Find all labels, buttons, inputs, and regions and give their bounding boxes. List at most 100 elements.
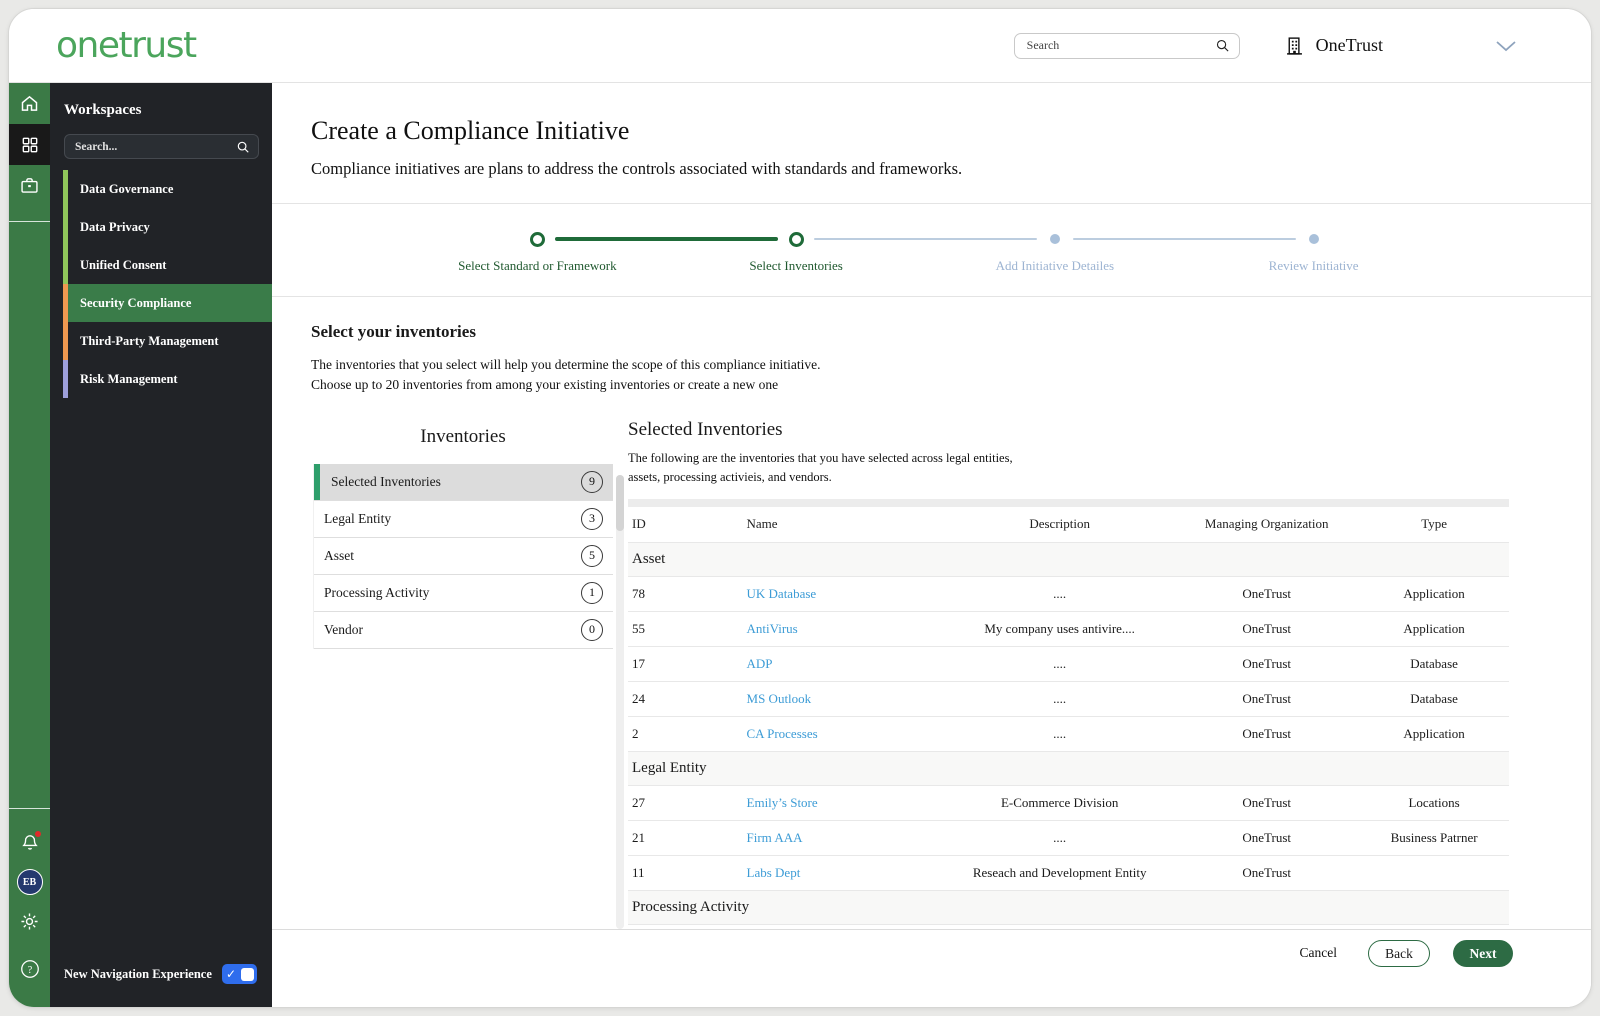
- inventory-link[interactable]: Labs Dept: [747, 865, 801, 880]
- top-bar: onetrust Search OneTrust: [9, 9, 1591, 83]
- stepper: Select Standard or Framework Select Inve…: [408, 231, 1443, 274]
- table-group-row: Asset: [628, 542, 1509, 578]
- column-type: Type: [1359, 507, 1509, 544]
- workspaces-search[interactable]: [64, 134, 259, 159]
- search-icon: [1215, 38, 1230, 53]
- count-badge: 3: [581, 507, 603, 530]
- column-id: ID: [628, 507, 743, 544]
- avatar[interactable]: EB: [16, 869, 43, 895]
- back-button[interactable]: Back: [1368, 940, 1430, 967]
- workspaces-panel: Workspaces Data Governance Data Privacy …: [50, 83, 272, 1007]
- table-top-strip: [628, 499, 1509, 508]
- step-dot: [1308, 234, 1319, 244]
- inventory-link[interactable]: CA Processes: [747, 726, 818, 741]
- table-scrollbar[interactable]: [616, 474, 624, 929]
- count-badge: 1: [581, 581, 603, 604]
- section-heading: Select your inventories: [311, 322, 476, 341]
- toggle-knob: [241, 967, 254, 981]
- table-body: Asset 78 UK Database.... OneTrust Applicatio…: [628, 542, 1509, 929]
- apps-grid-icon[interactable]: [9, 124, 50, 165]
- table-row: 11 Labs Dept Reseach and Development Entit…: [628, 855, 1509, 892]
- table-row: 2 CA Processes.... OneTrust Application: [628, 716, 1509, 753]
- inventory-link[interactable]: Emily’s Store: [747, 795, 818, 810]
- inventory-link[interactable]: AntiVirus: [747, 621, 798, 636]
- wizard-footer: Cancel Back Next: [272, 929, 1591, 1007]
- inventory-category-label: Processing Activity: [324, 584, 430, 600]
- chevron-down-icon[interactable]: [1495, 40, 1517, 52]
- rail-divider: [9, 221, 50, 222]
- step-ring: [788, 231, 804, 247]
- workspace-item[interactable]: Data Governance: [63, 170, 272, 208]
- column-name: Name: [742, 507, 946, 544]
- inventory-category-label: Vendor: [324, 621, 363, 637]
- selected-description-line2: assets, processing activieis, and vendor…: [628, 469, 832, 484]
- home-icon[interactable]: [9, 83, 50, 124]
- new-navigation-label: New Navigation Experience: [64, 966, 212, 981]
- scrollbar-thumb[interactable]: [616, 474, 624, 531]
- org-selector[interactable]: OneTrust: [1284, 35, 1383, 57]
- inventory-category[interactable]: Selected Inventories 9: [314, 463, 613, 501]
- page-header: Create a Compliance Initiative Complianc…: [272, 83, 1591, 204]
- select-inventories-section: Select your inventories The inventories …: [272, 297, 1591, 929]
- page-title: Create a Compliance Initiative: [311, 116, 630, 145]
- workspace-item[interactable]: Risk Management: [63, 360, 272, 398]
- workspaces-search-input[interactable]: [75, 140, 236, 153]
- section-description-line1: The inventories that you select will hel…: [311, 357, 821, 372]
- workspaces-title: Workspaces: [64, 102, 142, 118]
- workspace-item[interactable]: Security Compliance: [63, 284, 272, 322]
- notification-dot: [35, 831, 41, 837]
- selected-inventories-pane: Selected Inventories The following are t…: [628, 413, 1591, 929]
- section-description-line2: Choose up to 20 inventories from among y…: [311, 377, 779, 393]
- step-ring: [529, 231, 545, 247]
- count-badge: 5: [581, 544, 603, 567]
- selected-description-line1: The following are the inventories that y…: [628, 450, 1013, 465]
- workspace-item-label: Security Compliance: [80, 295, 192, 310]
- inventories-pane: Inventories Selected Inventories 9 Legal…: [313, 413, 613, 930]
- step-review[interactable]: Review Initiative: [1072, 231, 1443, 274]
- svg-text:?: ?: [27, 964, 32, 975]
- step-add-details[interactable]: Add Initiative Detailes: [814, 231, 1185, 274]
- selected-inventories-heading: Selected Inventories: [628, 418, 783, 440]
- workspace-item-label: Unified Consent: [80, 257, 167, 272]
- briefcase-icon[interactable]: [9, 165, 50, 206]
- inventory-category[interactable]: Legal Entity 3: [314, 501, 613, 538]
- app-window: onetrust Search OneTrust EB ? Workspaces…: [8, 8, 1592, 1008]
- new-navigation-row: New Navigation Experience ✓: [50, 949, 272, 1007]
- count-badge: 0: [581, 618, 603, 641]
- help-icon[interactable]: ?: [9, 948, 50, 989]
- inventory-category[interactable]: Asset 5: [314, 538, 613, 575]
- stepper-section: Select Standard or Framework Select Inve…: [272, 204, 1591, 297]
- cancel-button[interactable]: Cancel: [1292, 940, 1345, 966]
- building-icon: [1284, 35, 1305, 57]
- inventory-link[interactable]: MS Outlook: [747, 691, 812, 706]
- inventory-category-label: Selected Inventories: [331, 473, 441, 489]
- table-row: 24 MS Outlook.... OneTrust Database: [628, 681, 1509, 718]
- inventory-link[interactable]: Firm AAA: [747, 830, 803, 845]
- workspace-item[interactable]: Unified Consent: [63, 246, 272, 284]
- column-description: Description: [945, 507, 1175, 544]
- search-icon: [236, 140, 250, 154]
- inventory-category-label: Legal Entity: [324, 510, 392, 526]
- inventories-heading: Inventories: [420, 425, 506, 447]
- new-navigation-toggle[interactable]: ✓: [222, 964, 257, 984]
- step-select-inventories[interactable]: Select Inventories: [555, 231, 926, 274]
- inventory-category[interactable]: Vendor 0: [314, 612, 613, 649]
- count-badge: 9: [581, 470, 603, 493]
- next-button[interactable]: Next: [1453, 940, 1513, 967]
- workspace-item[interactable]: Data Privacy: [63, 208, 272, 246]
- step-select-standard[interactable]: Select Standard or Framework: [408, 231, 667, 274]
- page-subtitle: Compliance initiatives are plans to addr…: [311, 159, 963, 178]
- workspace-item-label: Data Privacy: [80, 219, 150, 234]
- gear-icon[interactable]: [9, 901, 50, 942]
- inventory-category[interactable]: Processing Activity 1: [314, 575, 613, 612]
- global-search[interactable]: [1013, 32, 1240, 59]
- inventory-link[interactable]: ADP: [747, 656, 773, 671]
- global-search-input[interactable]: [1026, 38, 1215, 53]
- inventory-link[interactable]: UK Database: [747, 586, 817, 601]
- bell-icon[interactable]: [9, 822, 50, 863]
- workspace-item[interactable]: Third-Party Management: [63, 322, 272, 360]
- workspace-list: Data Governance Data Privacy Unified Con…: [63, 170, 272, 398]
- table-row: 27 Emily’s Store E-Commerce Division OneTru…: [628, 785, 1509, 822]
- inventory-category-label: Asset: [324, 547, 354, 563]
- inventory-category-list: Selected Inventories 9 Legal Entity 3 As…: [313, 463, 613, 649]
